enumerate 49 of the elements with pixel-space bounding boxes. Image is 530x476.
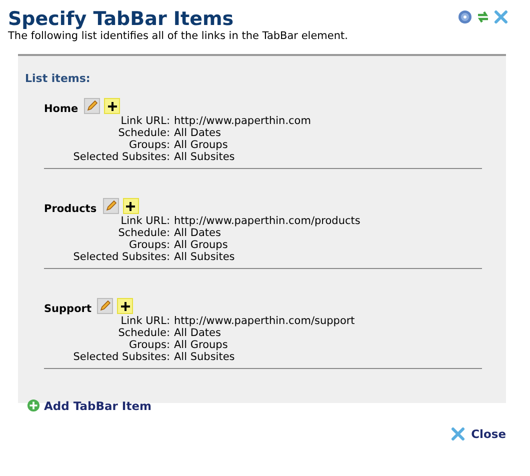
field-value: All Subsites — [174, 351, 236, 363]
field-label: Groups: — [128, 339, 170, 351]
help-icon[interactable] — [458, 10, 472, 24]
add-button[interactable] — [122, 198, 139, 214]
add-button[interactable] — [117, 298, 134, 314]
field-label: Selected Subsites: — [72, 151, 170, 163]
field-label: Schedule: — [117, 227, 170, 239]
field-value: http://www.paperthin.com — [174, 115, 312, 127]
field-value: http://www.paperthin.com/products — [174, 215, 362, 227]
field-value: http://www.paperthin.com/support — [174, 315, 356, 327]
field-label: Link URL: — [120, 315, 170, 327]
field-label: Link URL: — [120, 215, 170, 227]
edit-button[interactable] — [97, 298, 114, 314]
add-icon — [27, 399, 40, 412]
plus-icon — [108, 102, 117, 110]
item-name: Products — [44, 203, 97, 215]
field-label: Groups: — [128, 139, 170, 151]
field-label: Schedule: — [117, 327, 170, 339]
field-value: All Groups — [174, 339, 229, 351]
pencil-icon — [104, 200, 117, 212]
item-name: Support — [44, 303, 92, 315]
pencil-icon — [86, 100, 98, 112]
field-value: All Groups — [174, 139, 229, 151]
field-value: All Dates — [174, 227, 222, 239]
edit-button[interactable] — [84, 98, 100, 114]
field-label: Schedule: — [117, 127, 170, 139]
field-value: All Subsites — [174, 251, 236, 263]
list-heading: List items: — [25, 72, 92, 85]
refresh-icon[interactable] — [476, 10, 490, 24]
field-value: All Groups — [174, 239, 229, 251]
field-value: All Dates — [174, 127, 222, 139]
close-x-icon — [451, 427, 466, 441]
field-label: Link URL: — [120, 115, 170, 127]
dialog-title: Specify TabBar Items — [8, 8, 234, 30]
field-value: All Dates — [174, 327, 222, 339]
edit-button[interactable] — [102, 198, 119, 214]
field-label: Selected Subsites: — [72, 351, 170, 363]
add-button[interactable] — [104, 98, 120, 114]
close-icon[interactable] — [494, 10, 508, 24]
pencil-icon — [99, 300, 112, 312]
close-button[interactable]: Close — [451, 427, 506, 441]
field-label: Groups: — [128, 239, 170, 251]
add-item-link[interactable]: Add TabBar Item — [27, 398, 152, 412]
plus-icon — [126, 202, 136, 210]
plus-icon — [120, 302, 130, 310]
field-label: Selected Subsites: — [72, 251, 170, 263]
dialog-description: The following list identifies all of the links in the TabBar element. — [7, 30, 349, 43]
field-value: All Subsites — [174, 151, 236, 163]
item-name: Home — [44, 103, 78, 115]
